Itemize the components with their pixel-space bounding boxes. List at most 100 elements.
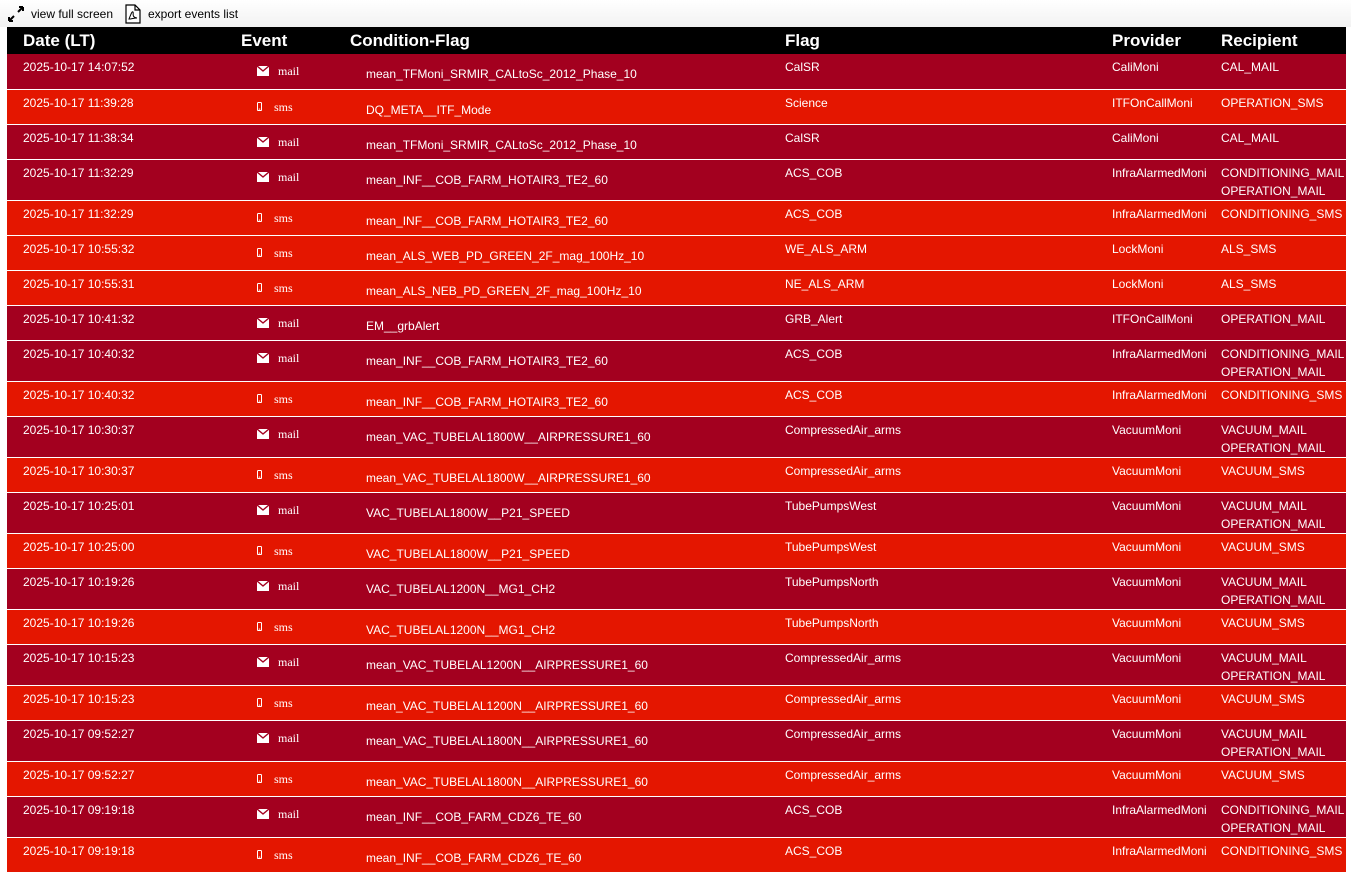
envelope-icon (257, 732, 278, 743)
cell-event: sms (241, 89, 350, 125)
provider-value: VacuumMoni (1112, 726, 1182, 741)
table-row[interactable]: 2025-10-17 10:15:23 mail mean_VAC_TUBELAL1… (7, 644, 1346, 686)
provider-value: InfraAlarmedMoni (1112, 165, 1207, 180)
date-value: 2025-10-17 11:39:28 (23, 95, 134, 110)
condition-flag-value: mean_VAC_TUBELAL1800N__AIRPRESSURE1_60 (366, 774, 648, 789)
table-row[interactable]: 2025-10-17 10:19:26 mail VAC_TUBELAL1200N_… (7, 568, 1346, 610)
mobile-phone-icon (257, 774, 274, 783)
cell-recipient: VACUUM_MAIL OPERATION_MAIL (1221, 416, 1346, 458)
cell-condition-flag: mean_TFMoni_SRMIR_CALtoSc_2012_Phase_10 (350, 124, 785, 160)
cell-condition-flag: mean_INF__COB_FARM_HOTAIR3_TE2_60 (350, 159, 785, 201)
cell-event: mail (241, 644, 350, 686)
provider-value: InfraAlarmedMoni (1112, 843, 1207, 858)
recipient-value: VACUUM_MAIL (1221, 574, 1307, 589)
column-header-condition-flag[interactable]: Condition-Flag (350, 27, 785, 54)
table-row[interactable]: 2025-10-17 10:41:32 mail EM__grbAlert GRB_A… (7, 305, 1346, 341)
table-row[interactable]: 2025-10-17 09:52:27 sms mean_VAC_TUBELAL18… (7, 761, 1346, 797)
cell-flag: TubePumpsWest (785, 533, 1112, 569)
table-row[interactable]: 2025-10-17 11:32:29 mail mean_INF__COB_FAR… (7, 159, 1346, 201)
recipient-value: OPERATION_MAIL (1221, 311, 1326, 326)
date-value: 2025-10-17 10:25:01 (23, 498, 135, 513)
cell-event: mail (241, 54, 350, 90)
provider-value: InfraAlarmedMoni (1112, 206, 1207, 221)
table-row[interactable]: 2025-10-17 10:40:32 sms mean_INF__COB_FARM… (7, 381, 1346, 417)
column-header-event[interactable]: Event (241, 27, 350, 54)
date-value: 2025-10-17 10:40:32 (23, 387, 135, 402)
flag-value: ACS_COB (785, 843, 843, 858)
table-row[interactable]: 2025-10-17 10:55:31 sms mean_ALS_NEB_PD_GR… (7, 270, 1346, 306)
table-row[interactable]: 2025-10-17 10:19:26 sms VAC_TUBELAL1200N__… (7, 609, 1346, 645)
cell-recipient: CONDITIONING_SMS (1221, 200, 1346, 236)
cell-event: sms (241, 837, 350, 873)
event-type-value: mail (278, 64, 300, 78)
event-type-value: mail (278, 578, 300, 593)
column-header-provider[interactable]: Provider (1112, 27, 1221, 54)
event-type-value: mail (278, 350, 300, 365)
cell-provider: InfraAlarmedMoni (1112, 200, 1221, 236)
flag-value: CompressedAir_arms (785, 422, 902, 437)
table-row[interactable]: 2025-10-17 09:52:27 mail mean_VAC_TUBELAL1… (7, 720, 1346, 762)
table-row[interactable]: 2025-10-17 11:38:34 mail mean_TFMoni_SRMIR… (7, 124, 1346, 160)
cell-flag: TubePumpsNorth (785, 568, 1112, 610)
table-row[interactable]: 2025-10-17 09:19:18 sms mean_INF__COB_FARM… (7, 837, 1346, 873)
cell-provider: VacuumMoni (1112, 416, 1221, 458)
table-row[interactable]: 2025-10-17 11:39:28 sms DQ_META__ITF_Mode S… (7, 89, 1346, 125)
cell-flag: ACS_COB (785, 340, 1112, 382)
cell-date: 2025-10-17 10:19:26 (7, 568, 241, 610)
cell-event: sms (241, 270, 350, 306)
date-value: 2025-10-17 11:38:34 (23, 130, 134, 145)
view-full-screen-label: view full screen (31, 7, 114, 21)
flag-value: TubePumpsNorth (785, 574, 879, 589)
flag-value: NE_ALS_ARM (785, 276, 865, 291)
recipient-value: VACUUM_MAIL (1221, 422, 1307, 437)
cell-date: 2025-10-17 10:15:23 (7, 685, 241, 721)
cell-provider: VacuumMoni (1112, 609, 1221, 645)
flag-value: TubePumpsWest (785, 539, 877, 554)
cell-provider: VacuumMoni (1112, 568, 1221, 610)
date-value: 2025-10-17 09:52:27 (23, 767, 135, 782)
cell-recipient: CONDITIONING_SMS (1221, 381, 1346, 417)
table-row[interactable]: 2025-10-17 09:19:18 mail mean_INF__COB_FAR… (7, 796, 1346, 838)
provider-value: VacuumMoni (1112, 615, 1182, 630)
cell-event: mail (241, 305, 350, 341)
column-header-flag[interactable]: Flag (785, 27, 1112, 54)
column-header-date[interactable]: Date (LT) (7, 27, 241, 54)
table-row[interactable]: 2025-10-17 10:55:32 sms mean_ALS_WEB_PD_GR… (7, 235, 1346, 271)
event-type-value: sms (274, 543, 293, 558)
envelope-icon (257, 504, 278, 515)
cell-date: 2025-10-17 11:32:29 (7, 200, 241, 236)
cell-provider: VacuumMoni (1112, 685, 1221, 721)
cell-date: 2025-10-17 10:40:32 (7, 340, 241, 382)
flag-value: CalSR (785, 60, 820, 74)
recipient-value: CONDITIONING_SMS (1221, 843, 1343, 858)
date-value: 2025-10-17 09:52:27 (23, 726, 135, 741)
cell-date: 2025-10-17 11:38:34 (7, 124, 241, 160)
provider-value: VacuumMoni (1112, 767, 1182, 782)
table-row[interactable]: 2025-10-17 10:30:37 mail mean_VAC_TUBELAL1… (7, 416, 1346, 458)
event-type-value: mail (278, 502, 300, 517)
provider-value: VacuumMoni (1112, 498, 1182, 513)
cell-provider: VacuumMoni (1112, 761, 1221, 797)
condition-flag-value: VAC_TUBELAL1800W__P21_SPEED (366, 505, 570, 520)
table-row[interactable]: 2025-10-17 14:07:52 mail mean_TFMoni_SRMIR… (7, 54, 1346, 90)
table-row[interactable]: 2025-10-17 10:15:23 sms mean_VAC_TUBELAL12… (7, 685, 1346, 721)
table-row[interactable]: 2025-10-17 10:25:00 sms VAC_TUBELAL1800W__… (7, 533, 1346, 569)
mobile-phone-icon (257, 546, 274, 555)
table-row[interactable]: 2025-10-17 10:40:32 mail mean_INF__COB_FAR… (7, 340, 1346, 382)
table-row[interactable]: 2025-10-17 10:25:01 mail VAC_TUBELAL1800W_… (7, 492, 1346, 534)
export-events-list-link[interactable]: export events list (124, 3, 238, 25)
recipient-value: OPERATION_SMS (1221, 95, 1324, 110)
cell-flag: ACS_COB (785, 796, 1112, 838)
export-events-list-label: export events list (148, 7, 239, 21)
column-header-recipient[interactable]: Recipient (1221, 27, 1346, 54)
condition-flag-value: mean_INF__COB_FARM_HOTAIR3_TE2_60 (366, 394, 608, 409)
cell-recipient: VACUUM_MAIL OPERATION_MAIL (1221, 492, 1346, 534)
envelope-icon (257, 352, 278, 363)
event-type-value: sms (274, 695, 293, 710)
cell-event: mail (241, 340, 350, 382)
table-row[interactable]: 2025-10-17 11:32:29 sms mean_INF__COB_FARM… (7, 200, 1346, 236)
condition-flag-value: VAC_TUBELAL1200N__MG1_CH2 (366, 581, 556, 596)
date-value: 2025-10-17 10:55:32 (23, 241, 135, 256)
view-full-screen-link[interactable]: view full screen (7, 3, 113, 25)
table-row[interactable]: 2025-10-17 10:30:37 sms mean_VAC_TUBELAL18… (7, 457, 1346, 493)
